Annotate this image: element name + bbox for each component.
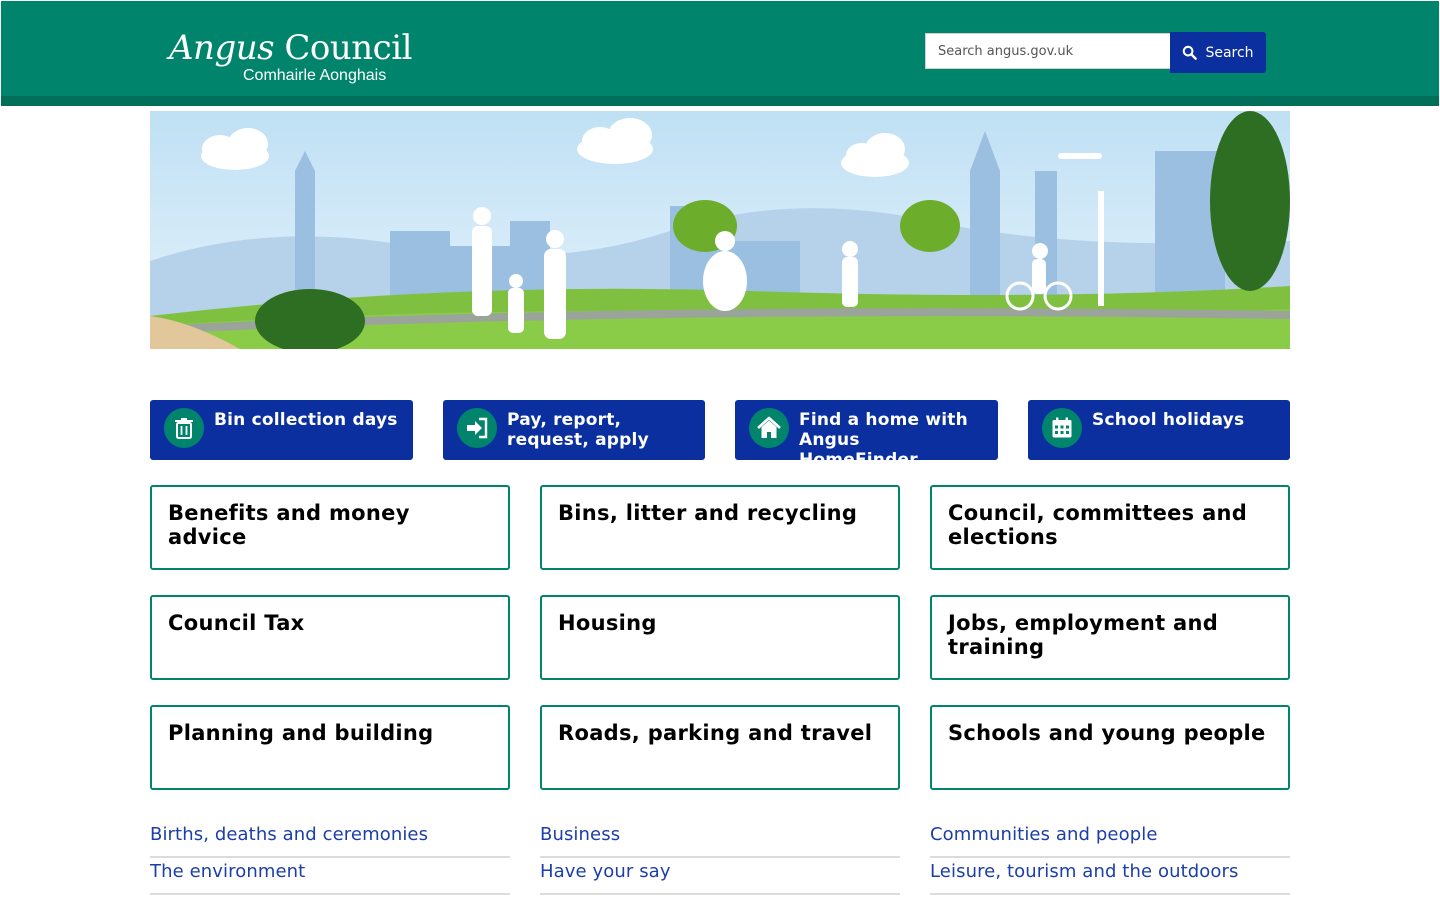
quick-link-label: Bin collection days bbox=[214, 410, 398, 430]
link-births-deaths[interactable]: Births, deaths and ceremonies bbox=[150, 822, 510, 858]
calendar-icon bbox=[1042, 408, 1082, 448]
topic-card-council[interactable]: Council, committees and elections bbox=[930, 485, 1290, 570]
search-button-label: Search bbox=[1205, 44, 1254, 61]
topic-card-title: Housing bbox=[558, 611, 657, 635]
quick-link-label: Find a home with Angus HomeFinder bbox=[799, 410, 968, 470]
topic-card-schools[interactable]: Schools and young people bbox=[930, 705, 1290, 790]
topic-card-title: Roads, parking and travel bbox=[558, 721, 873, 745]
site-header: Angus Council Comhairle Aonghais Search bbox=[1, 1, 1439, 106]
topic-card-title: Planning and building bbox=[168, 721, 434, 745]
topic-card-benefits[interactable]: Benefits and money advice bbox=[150, 485, 510, 570]
topic-card-jobs[interactable]: Jobs, employment and training bbox=[930, 595, 1290, 680]
link-environment[interactable]: The environment bbox=[150, 859, 510, 895]
topic-card-planning[interactable]: Planning and building bbox=[150, 705, 510, 790]
link-have-your-say[interactable]: Have your say bbox=[540, 859, 900, 895]
topic-card-title: Benefits and money advice bbox=[168, 501, 410, 549]
topic-card-title: Bins, litter and recycling bbox=[558, 501, 858, 525]
link-leisure[interactable]: Leisure, tourism and the outdoors bbox=[930, 859, 1290, 895]
quick-link-label: Pay, report, request, apply bbox=[507, 410, 649, 450]
angus-council-logo[interactable]: Angus Council Comhairle Aonghais bbox=[169, 28, 412, 89]
link-communities[interactable]: Communities and people bbox=[930, 822, 1290, 858]
logo-title: Angus Council bbox=[169, 28, 412, 68]
quick-link-school-holidays[interactable]: School holidays bbox=[1028, 400, 1290, 460]
search-icon bbox=[1183, 45, 1198, 60]
search-input[interactable] bbox=[925, 33, 1171, 69]
topic-card-housing[interactable]: Housing bbox=[540, 595, 900, 680]
quick-link-pay-report[interactable]: Pay, report, request, apply bbox=[443, 400, 705, 460]
logo-subtitle: Comhairle Aonghais bbox=[243, 67, 387, 84]
topic-card-council-tax[interactable]: Council Tax bbox=[150, 595, 510, 680]
topic-card-roads[interactable]: Roads, parking and travel bbox=[540, 705, 900, 790]
topic-card-title: Council, committees and elections bbox=[948, 501, 1248, 549]
quick-link-homefinder[interactable]: Find a home with Angus HomeFinder bbox=[735, 400, 998, 470]
house-icon bbox=[749, 408, 789, 448]
arrow-in-icon bbox=[457, 408, 497, 448]
bin-icon bbox=[164, 408, 204, 448]
topic-card-bins[interactable]: Bins, litter and recycling bbox=[540, 485, 900, 570]
topic-card-title: Jobs, employment and training bbox=[948, 611, 1219, 659]
topic-card-title: Schools and young people bbox=[948, 721, 1266, 745]
hero-illustration bbox=[150, 111, 1290, 349]
topic-card-title: Council Tax bbox=[168, 611, 305, 635]
town-scene-image bbox=[150, 111, 1290, 349]
search-button[interactable]: Search bbox=[1170, 32, 1266, 73]
link-business[interactable]: Business bbox=[540, 822, 900, 858]
quick-link-label: School holidays bbox=[1092, 410, 1245, 430]
quick-link-bin-collection[interactable]: Bin collection days bbox=[150, 400, 413, 460]
